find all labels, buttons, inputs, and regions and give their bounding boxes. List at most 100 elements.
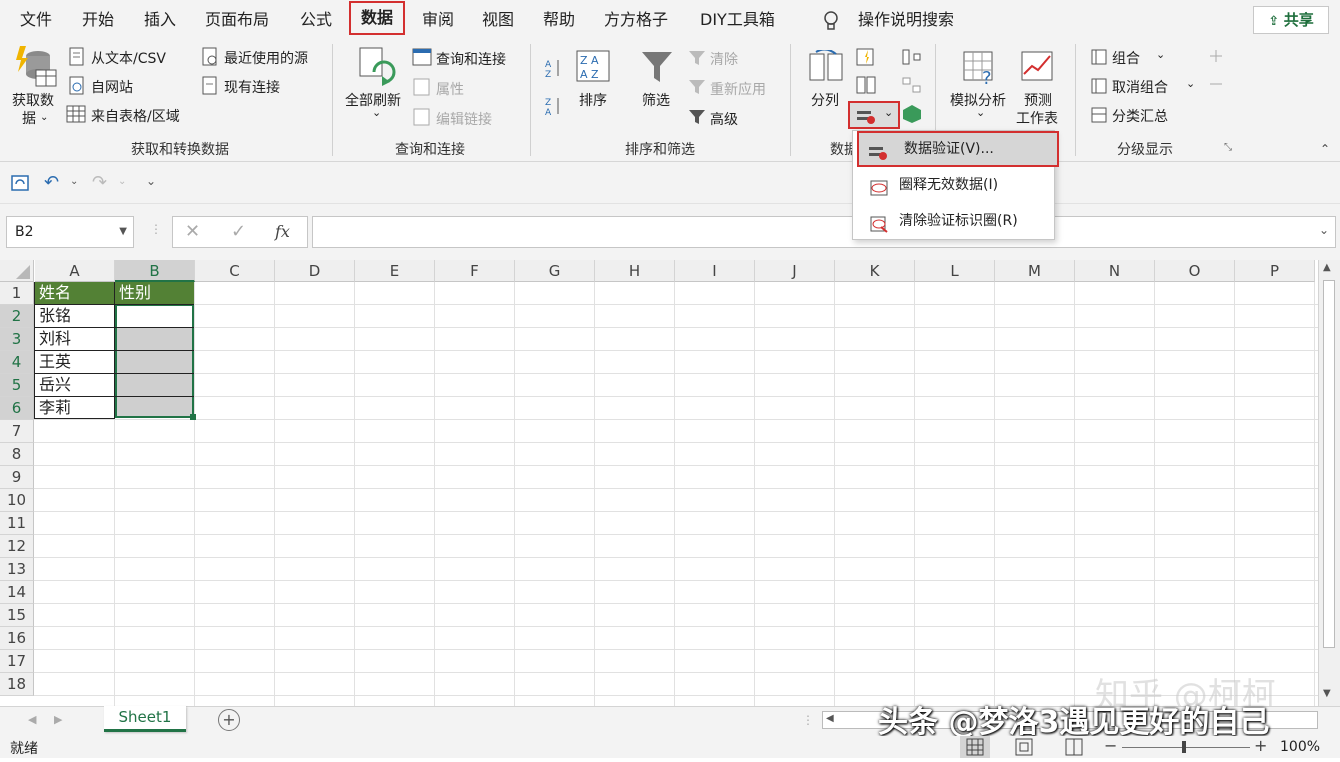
vertical-scrollbar[interactable]: ▲ ▼ bbox=[1318, 260, 1340, 706]
row-header-4[interactable]: 4 bbox=[0, 351, 34, 374]
zoom-level[interactable]: 100% bbox=[1280, 739, 1320, 755]
column-header-J[interactable]: J bbox=[755, 260, 835, 282]
get-data-label-2[interactable]: 据 bbox=[22, 108, 36, 128]
enter-check-icon[interactable]: ✓ bbox=[231, 221, 246, 242]
forecast-label-1[interactable]: 预测 bbox=[1024, 90, 1052, 110]
get-data-label-1[interactable]: 获取数 bbox=[12, 90, 54, 110]
menu-item-circle-invalid[interactable]: 圈释无效数据(I) bbox=[853, 168, 1054, 202]
fill-handle[interactable] bbox=[190, 414, 196, 420]
resize-handle-icon[interactable]: ⋮ bbox=[150, 222, 162, 236]
normal-view-button[interactable] bbox=[960, 736, 990, 758]
column-header-P[interactable]: P bbox=[1235, 260, 1315, 282]
cell-B1[interactable]: 性别 bbox=[115, 282, 151, 304]
from-web-button[interactable]: 自网站 bbox=[91, 77, 133, 97]
clear-button[interactable]: 清除 bbox=[710, 49, 738, 69]
advanced-button[interactable]: 高级 bbox=[710, 109, 738, 129]
column-header-H[interactable]: H bbox=[595, 260, 675, 282]
tab-review[interactable]: 审阅 bbox=[422, 0, 454, 40]
column-header-O[interactable]: O bbox=[1155, 260, 1235, 282]
tell-me-search[interactable]: 操作说明搜索 bbox=[858, 0, 954, 40]
row-header-14[interactable]: 14 bbox=[0, 581, 34, 604]
column-header-B[interactable]: B bbox=[115, 260, 195, 282]
formula-input[interactable]: ⌄ bbox=[312, 216, 1336, 248]
undo-icon[interactable]: ↶ bbox=[44, 172, 59, 193]
column-header-N[interactable]: N bbox=[1075, 260, 1155, 282]
row-header-15[interactable]: 15 bbox=[0, 604, 34, 627]
row-header-16[interactable]: 16 bbox=[0, 627, 34, 650]
scroll-up-icon[interactable]: ▲ bbox=[1323, 262, 1331, 273]
name-box[interactable]: B2 ▼ bbox=[6, 216, 134, 248]
cell-A4[interactable]: 王英 bbox=[35, 351, 71, 373]
menu-item-clear-circles[interactable]: 清除验证标识圈(R) bbox=[853, 204, 1054, 238]
subtotal-button[interactable]: 分类汇总 bbox=[1112, 106, 1168, 126]
column-header-G[interactable]: G bbox=[515, 260, 595, 282]
group-button[interactable]: 组合 bbox=[1112, 48, 1140, 68]
row-header-12[interactable]: 12 bbox=[0, 535, 34, 558]
ungroup-button[interactable]: 取消组合 bbox=[1112, 77, 1168, 97]
recent-sources-button[interactable]: 最近使用的源 bbox=[224, 48, 308, 68]
tab-page-layout[interactable]: 页面布局 bbox=[205, 0, 269, 40]
dialog-launcher-icon[interactable]: ⤡ bbox=[1224, 142, 1232, 153]
properties-button[interactable]: 属性 bbox=[436, 79, 464, 99]
row-header-3[interactable]: 3 bbox=[0, 328, 34, 351]
column-header-C[interactable]: C bbox=[195, 260, 275, 282]
column-header-E[interactable]: E bbox=[355, 260, 435, 282]
row-header-9[interactable]: 9 bbox=[0, 466, 34, 489]
page-break-view-icon[interactable] bbox=[1062, 736, 1086, 758]
scroll-left-icon[interactable]: ◀ bbox=[826, 713, 834, 724]
row-header-17[interactable]: 17 bbox=[0, 650, 34, 673]
data-validation-split-button[interactable]: ⌄ bbox=[848, 101, 900, 129]
column-header-A[interactable]: A bbox=[35, 260, 115, 282]
tab-insert[interactable]: 插入 bbox=[144, 0, 176, 40]
row-header-2[interactable]: 2 bbox=[0, 305, 34, 328]
column-header-K[interactable]: K bbox=[835, 260, 915, 282]
share-button[interactable]: ⇪ 共享 bbox=[1253, 6, 1329, 34]
tab-data[interactable]: 数据 bbox=[349, 1, 406, 35]
text-to-columns-button[interactable]: 分列 bbox=[811, 90, 839, 110]
row-header-5[interactable]: 5 bbox=[0, 374, 34, 397]
cancel-icon[interactable]: ✕ bbox=[185, 221, 200, 242]
reapply-button[interactable]: 重新应用 bbox=[710, 79, 766, 99]
tab-file[interactable]: 文件 bbox=[20, 0, 52, 40]
insert-function-button[interactable]: fx bbox=[275, 222, 290, 241]
chevron-down-icon[interactable]: ⌄ bbox=[70, 176, 78, 187]
column-header-M[interactable]: M bbox=[995, 260, 1075, 282]
menu-item-data-validation[interactable]: 数据验证(V)... bbox=[857, 131, 1059, 167]
existing-connections-button[interactable]: 现有连接 bbox=[224, 77, 280, 97]
queries-connections-button[interactable]: 查询和连接 bbox=[436, 49, 506, 69]
zoom-in-icon[interactable]: + bbox=[1254, 736, 1267, 755]
expand-formula-icon[interactable]: ⌄ bbox=[1319, 223, 1329, 237]
tab-help[interactable]: 帮助 bbox=[543, 0, 575, 40]
redo-icon[interactable]: ↷ bbox=[92, 172, 107, 193]
row-header-6[interactable]: 6 bbox=[0, 397, 34, 420]
sheet-tab-1[interactable]: Sheet1 bbox=[104, 706, 186, 732]
row-header-18[interactable]: 18 bbox=[0, 673, 34, 696]
zoom-slider[interactable] bbox=[1122, 747, 1250, 748]
next-sheet-icon[interactable]: ▶ bbox=[54, 713, 62, 726]
autosave-icon[interactable] bbox=[10, 174, 30, 192]
tab-fangfang[interactable]: 方方格子 bbox=[604, 0, 668, 40]
zoom-out-icon[interactable]: − bbox=[1104, 736, 1117, 755]
from-table-range-button[interactable]: 来自表格/区域 bbox=[91, 106, 180, 126]
zoom-slider-thumb[interactable] bbox=[1182, 741, 1186, 753]
chevron-down-icon[interactable]: ⌄ bbox=[118, 176, 126, 187]
column-header-L[interactable]: L bbox=[915, 260, 995, 282]
row-header-8[interactable]: 8 bbox=[0, 443, 34, 466]
row-header-13[interactable]: 13 bbox=[0, 558, 34, 581]
select-all-corner[interactable] bbox=[0, 260, 34, 282]
filter-button[interactable]: 筛选 bbox=[642, 90, 670, 110]
scroll-down-icon[interactable]: ▼ bbox=[1323, 688, 1331, 699]
tab-home[interactable]: 开始 bbox=[82, 0, 114, 40]
cell-A1[interactable]: 姓名 bbox=[35, 282, 71, 304]
sort-button[interactable]: 排序 bbox=[579, 90, 607, 110]
from-text-csv-button[interactable]: 从文本/CSV bbox=[91, 48, 166, 68]
resize-handle-icon[interactable]: ⋮ bbox=[802, 713, 814, 727]
row-header-1[interactable]: 1 bbox=[0, 282, 34, 305]
prev-sheet-icon[interactable]: ◀ bbox=[28, 713, 36, 726]
row-header-7[interactable]: 7 bbox=[0, 420, 34, 443]
tab-formulas[interactable]: 公式 bbox=[300, 0, 332, 40]
page-layout-view-icon[interactable] bbox=[1012, 736, 1036, 758]
column-header-F[interactable]: F bbox=[435, 260, 515, 282]
collapse-ribbon-icon[interactable]: ⌃ bbox=[1320, 142, 1330, 156]
edit-links-button[interactable]: 编辑链接 bbox=[436, 109, 492, 129]
